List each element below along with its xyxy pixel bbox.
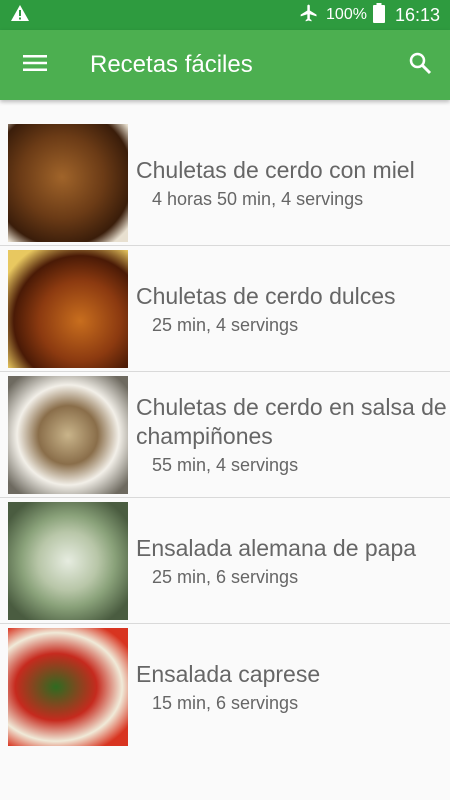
battery-icon	[372, 2, 385, 28]
search-icon	[408, 51, 432, 80]
recipe-title: Chuletas de cerdo en salsa de champiñone…	[136, 394, 447, 449]
recipe-title: Ensalada alemana de papa	[136, 534, 417, 561]
recipe-title: Ensalada caprese	[136, 661, 321, 687]
recipe-item[interactable]: Chuletas de cerdo dulces 25 min, 4 servi…	[0, 246, 450, 372]
recipe-thumbnail	[8, 375, 128, 494]
menu-button[interactable]	[0, 30, 70, 100]
recipe-info: 25 min, 4 servings	[152, 314, 299, 335]
recipe-thumbnail	[8, 501, 128, 620]
recipe-thumbnail	[8, 249, 128, 368]
recipe-title: Chuletas de cerdo dulces	[136, 282, 396, 309]
recipe-item[interactable]: Chuletas de cerdo en salsa de champiñone…	[0, 372, 450, 498]
airplane-icon	[298, 3, 320, 28]
status-bar: 100% 16:13	[0, 0, 450, 30]
recipe-item[interactable]: Ensalada alemana de papa 25 min, 6 servi…	[0, 498, 450, 624]
recipe-info: 55 min, 4 servings	[152, 455, 299, 475]
recipe-info: 4 horas 50 min, 4 servings	[152, 188, 364, 209]
recipe-title: Chuletas de cerdo con miel	[136, 156, 415, 183]
search-button[interactable]	[390, 30, 450, 100]
menu-icon	[23, 54, 47, 77]
recipe-info: 15 min, 6 servings	[152, 693, 299, 713]
warning-icon	[10, 4, 30, 27]
recipe-item[interactable]: Ensalada caprese 15 min, 6 servings	[0, 624, 450, 750]
app-toolbar: Recetas fáciles	[0, 30, 450, 100]
clock: 16:13	[394, 4, 440, 25]
battery-percent: 100%	[326, 6, 367, 23]
recipe-thumbnail	[8, 123, 128, 242]
recipe-thumbnail	[8, 628, 128, 746]
recipe-info: 25 min, 6 servings	[152, 566, 299, 587]
page-title: Recetas fáciles	[90, 51, 253, 78]
recipe-list: Chuletas de cerdo con miel 4 horas 50 mi…	[0, 100, 450, 750]
recipe-item[interactable]: Chuletas de cerdo con miel 4 horas 50 mi…	[0, 120, 450, 246]
